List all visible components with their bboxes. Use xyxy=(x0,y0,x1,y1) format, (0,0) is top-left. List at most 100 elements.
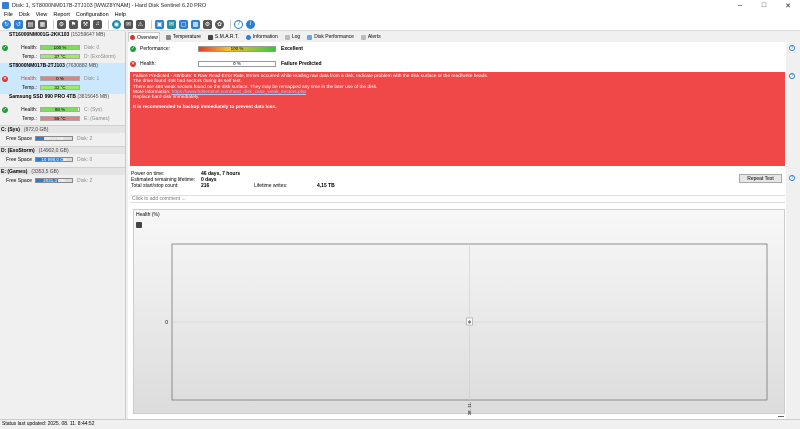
start-stop-row: Total start/stop count: 216 Lifetime write… xyxy=(131,183,335,189)
maximize-button[interactable]: □ xyxy=(752,0,776,11)
mail-icon[interactable]: ✉ xyxy=(167,19,176,29)
menu-view[interactable]: View xyxy=(36,12,48,18)
volume-entry[interactable]: E: (Games) (3353,5 GB) Free Space 2031,3 … xyxy=(0,167,125,188)
alert-line: Replace hard disk immediately. xyxy=(133,95,200,101)
tab-information[interactable]: Information xyxy=(245,34,279,40)
disk-entry[interactable]: ST16000NM001G-2KK103 (15259647 MB) ✓ Hea… xyxy=(0,32,125,63)
settings-icon[interactable]: ⚙ xyxy=(203,19,212,29)
disk-name: ST16000NM001G-2KK103 xyxy=(9,32,70,38)
status-ok-icon: ✓ xyxy=(2,45,8,51)
smart-icon[interactable]: ⚒ xyxy=(81,19,90,29)
menu-report[interactable]: Report xyxy=(53,12,70,18)
tab-label: Temperature xyxy=(172,34,201,40)
health-value: 98 % xyxy=(54,107,66,112)
tab-label: S.M.A.R.T. xyxy=(214,34,239,40)
help-icon[interactable]: ? xyxy=(789,45,795,51)
data-point xyxy=(468,321,471,323)
writes-value: 4,15 TB xyxy=(317,183,335,189)
free-space-label: Free Space xyxy=(6,135,32,142)
free-space-value: 187,2 GB xyxy=(44,136,64,141)
minimize-button[interactable]: – xyxy=(728,0,752,11)
app-icon xyxy=(2,2,9,9)
globe-icon[interactable]: ◉ xyxy=(112,19,121,29)
volume-header: C: (Sys) (872,0 GB) xyxy=(0,125,125,133)
menu-disk[interactable]: Disk xyxy=(19,12,30,18)
health-bar: 100 % xyxy=(40,45,80,50)
rescan-icon[interactable]: ↺ xyxy=(14,19,23,29)
x-tick-label: 2025. 08. 11. xyxy=(467,402,472,415)
title-bar: Disk: 1, ST8000NM017B-2TJ103 [WWZ8YNAM] … xyxy=(0,0,800,11)
volume-letter: D: (ExoStorm) xyxy=(1,148,35,154)
options-icon[interactable]: ✿ xyxy=(215,19,224,29)
volume-entry[interactable]: C: (Sys) (872,0 GB) Free Space 187,2 GB D… xyxy=(0,125,125,146)
document-icon xyxy=(284,34,290,40)
free-space-value: 2031,3 GB xyxy=(43,178,65,183)
tab-overview[interactable]: Overview xyxy=(128,32,160,42)
health-row: Health: 98 % C: (Sys) xyxy=(17,106,102,113)
browser-icon[interactable]: ▢ xyxy=(179,19,188,29)
volume-disk: Disk: 0 xyxy=(77,156,93,163)
free-space-bar: 10 998,0 GB xyxy=(35,157,73,162)
comment-field[interactable]: Click to add comment ... xyxy=(130,195,785,203)
volume-header: E: (Games) (3353,5 GB) xyxy=(0,167,125,175)
disk-size: (3815645 MB) xyxy=(77,94,110,100)
monitor-icon[interactable]: ▩ xyxy=(191,19,200,29)
volume-letter: C: (Sys) xyxy=(1,127,20,133)
info-icon[interactable]: i xyxy=(246,19,255,29)
temp-bar: 37 °C xyxy=(40,54,80,59)
help-icon[interactable]: ? xyxy=(234,19,243,29)
disk-entry[interactable]: Samsung SSD 990 PRO 4TB (3815645 MB) ✓ H… xyxy=(0,94,125,125)
menu-help[interactable]: Help xyxy=(115,12,126,18)
health-chart: Health (%) 002025. 08. 11. xyxy=(133,209,785,415)
disk-header: ST16000NM001G-2KK103 (15259647 MB) xyxy=(0,32,125,39)
window-controls: – □ ✕ xyxy=(728,0,800,11)
alerts-icon[interactable]: ⚠ xyxy=(136,19,145,29)
volume-header: D: (ExoStorm) (14902,0 GB) xyxy=(0,146,125,154)
close-button[interactable]: ✕ xyxy=(776,0,800,11)
acoustic-icon[interactable]: ♫ xyxy=(93,19,102,29)
test-icon[interactable]: ⚙ xyxy=(57,19,66,29)
health-row: Health: 0 % Disk: 1 xyxy=(17,75,99,82)
performance-bar: 100 % xyxy=(198,46,276,52)
tab-log[interactable]: Log xyxy=(284,34,301,40)
disk-name: Samsung SSD 990 PRO 4TB xyxy=(9,94,76,100)
help-icon[interactable]: ? xyxy=(789,175,795,181)
repeat-test-button[interactable]: Repeat Test xyxy=(739,174,782,183)
health-value: 0 % xyxy=(56,76,64,81)
temp-value: 37 °C xyxy=(54,54,66,59)
health-row: ✕ Health: 0 % Failure Predicted xyxy=(130,60,322,68)
volume-disk: Disk: 2 xyxy=(77,177,93,184)
start-stop-label: Total start/stop count: xyxy=(131,183,179,189)
help-icon[interactable]: ? xyxy=(789,73,795,79)
refresh-icon[interactable]: ↻ xyxy=(2,19,11,29)
health-bar: 0 % xyxy=(40,76,80,81)
surface-test-icon[interactable]: ⚑ xyxy=(69,19,78,29)
resize-grip[interactable] xyxy=(778,416,784,417)
free-space-bar-fill xyxy=(36,137,44,140)
tab-smart[interactable]: S.M.A.R.T. xyxy=(207,34,240,40)
toolbar: ↻ ↺ ▤ ▦ ⚙ ⚑ ⚒ ♫ ◉ ✉ ⚠ ▣ ✉ ▢ ▩ ⚙ ✿ ? i xyxy=(0,18,800,31)
overview-panel: ✓ Performance: 100 % Excellent ✕ Health:… xyxy=(128,42,795,419)
save-report-icon[interactable]: ▣ xyxy=(155,19,164,29)
tab-alerts[interactable]: Alerts xyxy=(360,34,382,40)
health-value: 0 % xyxy=(233,61,241,66)
menu-file[interactable]: File xyxy=(4,12,13,18)
send-report-icon[interactable]: ✉ xyxy=(124,19,133,29)
toolbar-separator xyxy=(230,19,231,29)
disk-list-icon[interactable]: ▤ xyxy=(26,19,35,29)
disk-details-icon[interactable]: ▦ xyxy=(38,19,47,29)
performance-verdict: Excellent xyxy=(281,46,303,52)
temp-value: 32 °C xyxy=(54,85,66,90)
volume-entry[interactable]: D: (ExoStorm) (14902,0 GB) Free Space 10 … xyxy=(0,146,125,167)
health-label: Health: xyxy=(21,44,37,51)
menu-configuration[interactable]: Configuration xyxy=(76,12,109,18)
disk-entry-selected[interactable]: ST8000NM017B-2TJ103 (7630882 MB) ✕ Healt… xyxy=(0,63,125,94)
performance-value: 100 % xyxy=(230,46,244,51)
drive-ref: D: (ExoStorm) xyxy=(84,53,116,60)
y-tick-label: 0 xyxy=(165,320,168,326)
tab-label: Log xyxy=(291,34,301,40)
volume-size: (872,0 GB) xyxy=(23,127,49,133)
volume-size: (14902,0 GB) xyxy=(38,148,69,154)
tab-disk-performance[interactable]: Disk Performance xyxy=(306,34,355,40)
tab-temperature[interactable]: Temperature xyxy=(165,34,202,40)
